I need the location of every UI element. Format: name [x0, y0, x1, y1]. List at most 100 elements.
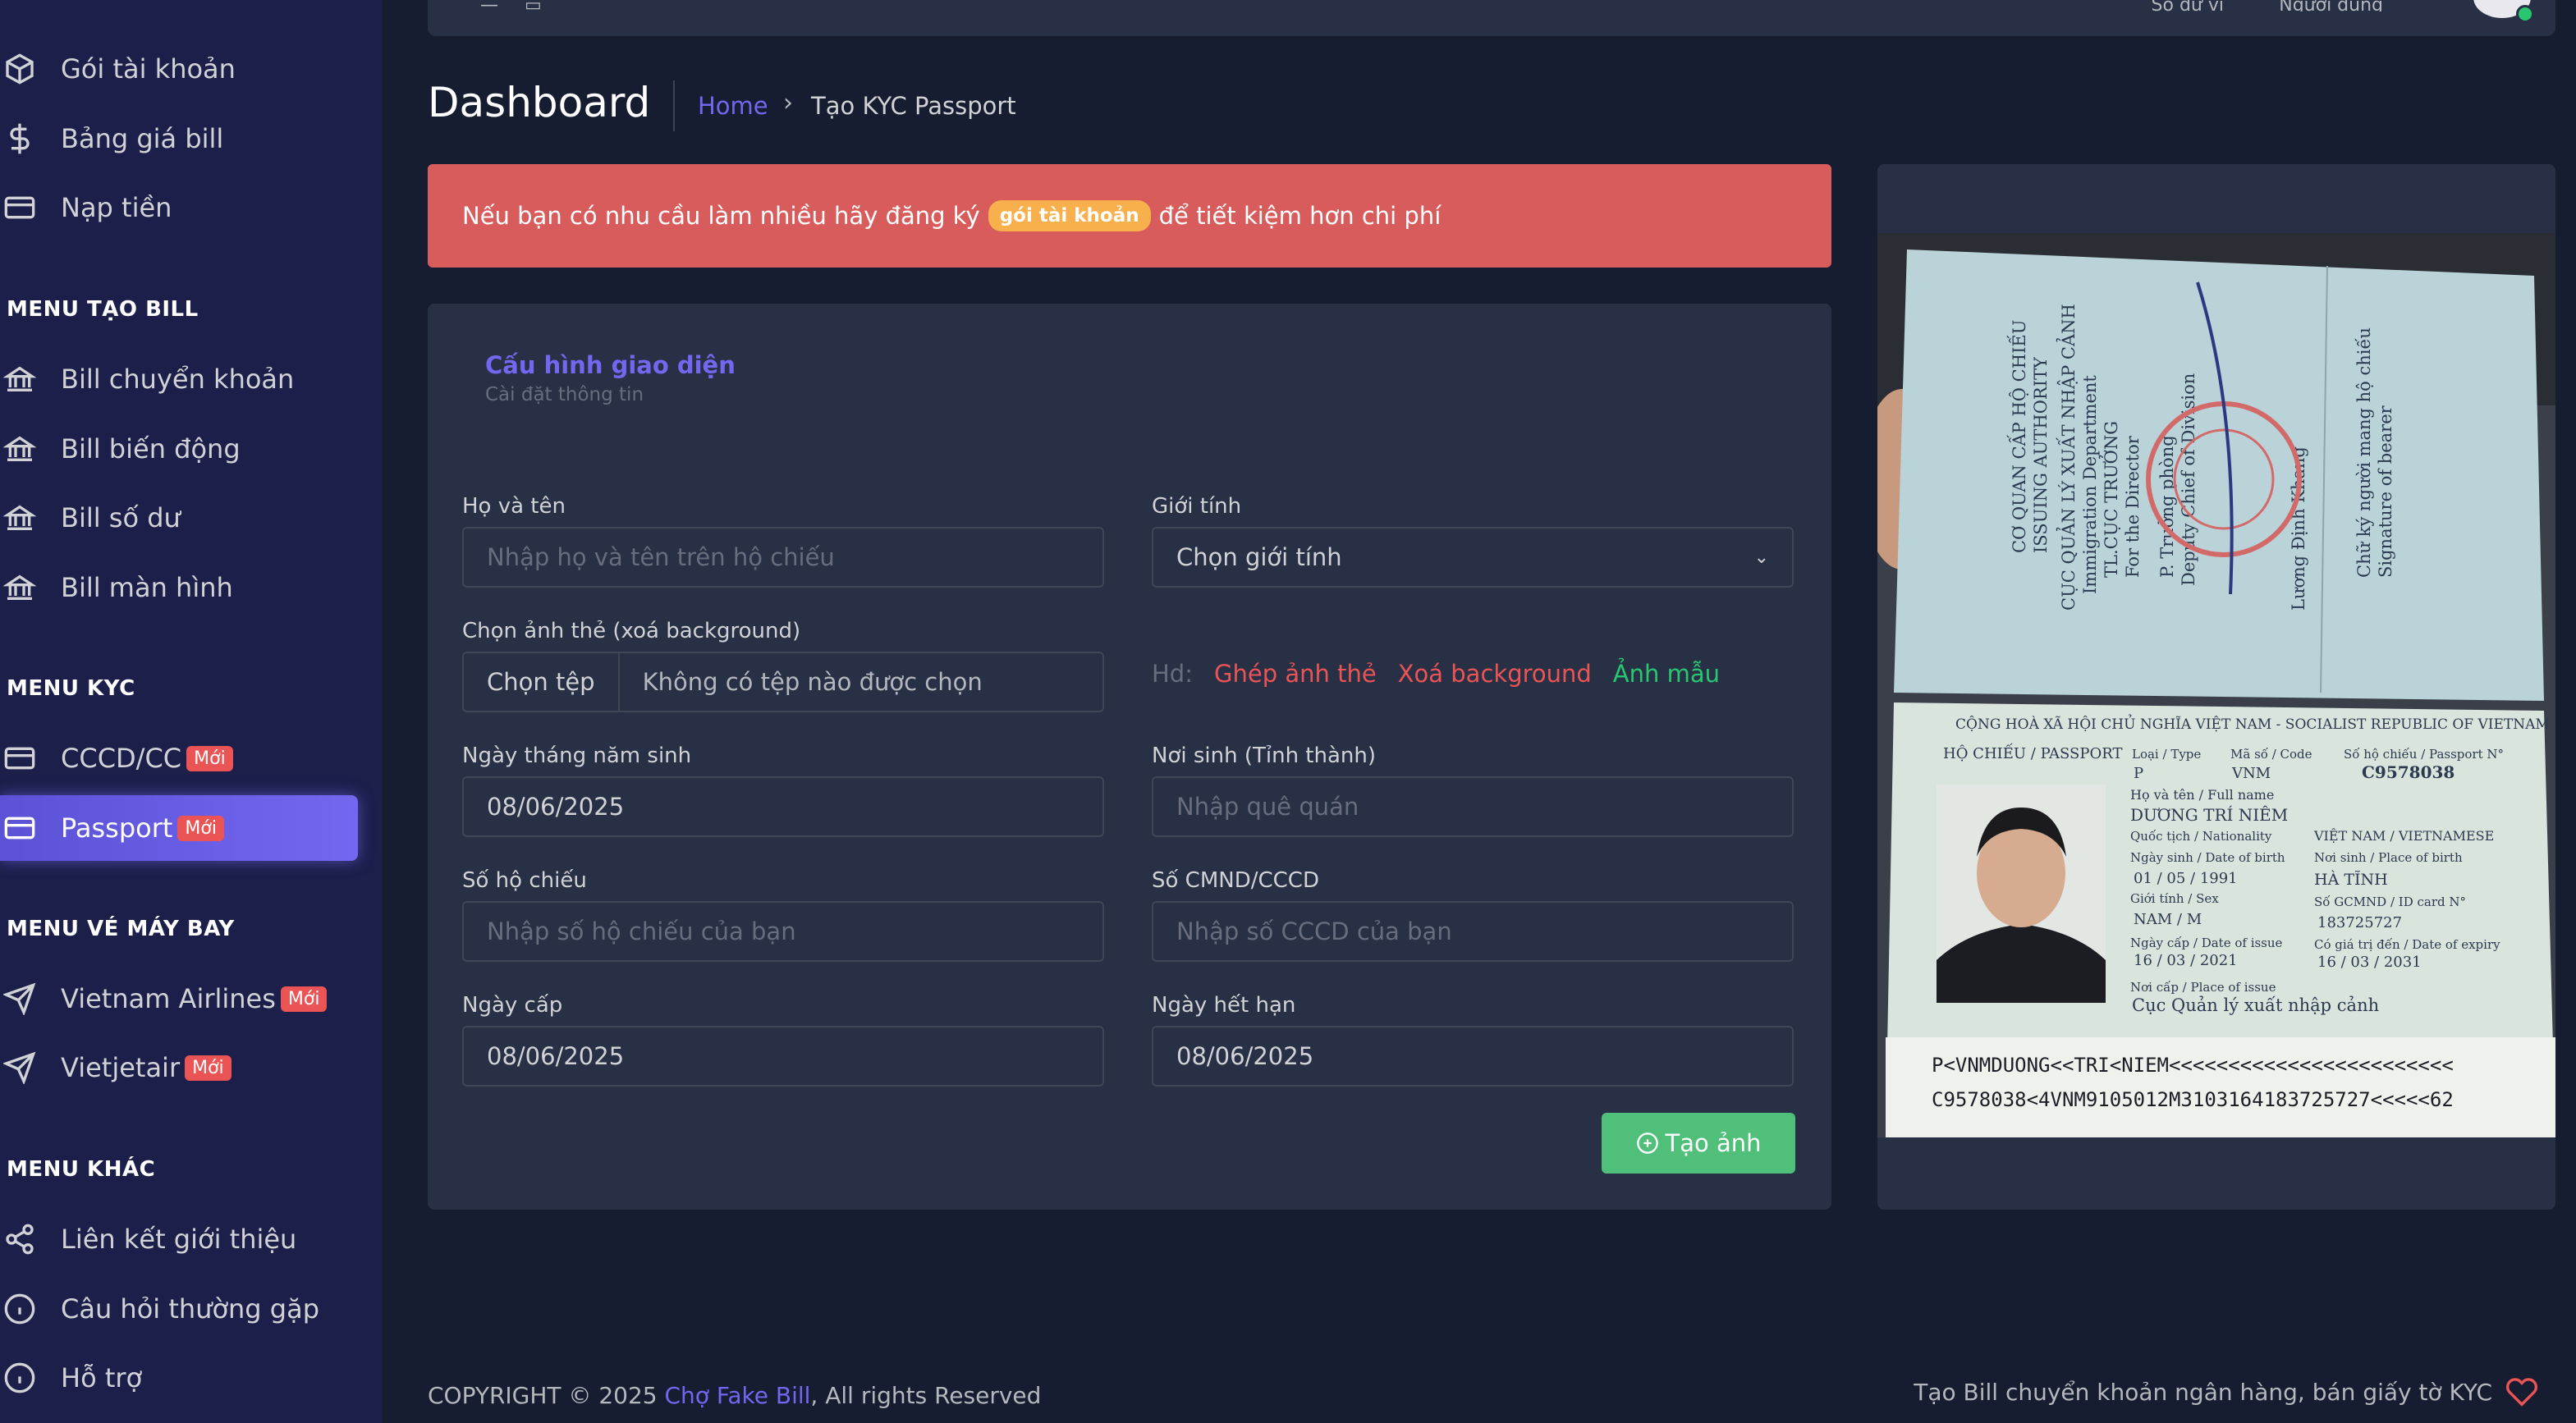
passport-authority-line-3: CỤC QUẢN LÝ XUẤT NHẬP CẢNH	[2057, 304, 2079, 611]
wallet-balance[interactable]: Số dư ví	[2152, 0, 2224, 11]
sidebar-item-label: Passport	[61, 812, 173, 844]
sidebar-item-bill-pricing[interactable]: Bảng giá bill	[0, 106, 358, 172]
user-name[interactable]: Người dùng	[2279, 0, 2383, 11]
sidebar-item-transfer-bill[interactable]: Bill chuyển khoản	[0, 346, 358, 412]
credit-card-icon	[0, 739, 39, 778]
passport-expiry: 16 / 03 / 2031	[2317, 954, 2422, 971]
sidebar-item-deposit[interactable]: Nạp tiền	[0, 175, 358, 240]
passport-type: P	[2134, 765, 2143, 782]
issue-date-input[interactable]	[462, 1026, 1104, 1087]
bank-icon	[0, 359, 39, 399]
sidebar-item-label: Liên kết giới thiệu	[61, 1224, 297, 1255]
breadcrumb-home-link[interactable]: Home	[698, 92, 768, 120]
passport-mrz-line-1: P<VNMDUONG<<TRI<NIEM<<<<<<<<<<<<<<<<<<<<…	[1932, 1054, 2454, 1077]
calendar-icon[interactable]: ▭	[525, 0, 557, 11]
section-title-other: MENU KHÁC	[7, 1157, 156, 1182]
passport-number-label: Số hộ chiếu / Passport N°	[2344, 747, 2504, 762]
sidebar-item-account-package[interactable]: Gói tài khoản	[0, 36, 358, 102]
bank-icon	[0, 498, 39, 538]
passport-sex: NAM / M	[2134, 911, 2202, 928]
dob-input[interactable]	[462, 776, 1104, 837]
passport-code: VNM	[2231, 765, 2271, 782]
chevron-down-icon: ⌄	[1753, 547, 1769, 568]
passport-pob: HÀ TĨNH	[2314, 870, 2388, 889]
gender-select[interactable]: Chọn giới tính ⌄	[1152, 527, 1794, 588]
section-title-bill: MENU TẠO BILL	[7, 297, 199, 322]
passport-idno: 183725727	[2317, 914, 2402, 931]
sidebar-item-activity-bill[interactable]: Bill biến động	[0, 416, 358, 482]
create-image-label: Tạo ảnh	[1665, 1129, 1762, 1157]
sidebar-item-screen-bill[interactable]: Bill màn hình	[0, 555, 358, 620]
sidebar-item-faq[interactable]: Câu hỏi thường gặp	[0, 1276, 358, 1342]
copyright-text: COPYRIGHT © 2025	[428, 1382, 658, 1409]
passport-number: C9578038	[2362, 762, 2455, 782]
upgrade-alert: Nếu bạn có nhu cầu làm nhiều hãy đăng ký…	[428, 164, 1831, 268]
new-badge: Mới	[177, 815, 224, 841]
sidebar-item-label: Nạp tiền	[61, 192, 172, 223]
sidebar-item-support[interactable]: Hỗ trợ	[0, 1345, 358, 1411]
choose-file-button[interactable]: Chọn tệp	[464, 653, 620, 711]
passport-pob-label: Nơi sinh / Place of birth	[2314, 850, 2463, 865]
config-form-card: Cấu hình giao diện Cài đặt thông tin Họ …	[428, 304, 1831, 1210]
page-title: Dashboard	[428, 79, 651, 126]
passport-number-label: Số hộ chiếu	[462, 868, 587, 893]
passport-name-label: Họ và tên / Full name	[2130, 787, 2274, 803]
account-package-pill[interactable]: gói tài khoản	[988, 200, 1151, 231]
passport-mrz-line-2: C9578038<4VNM9105012M3103164183725727<<<…	[1932, 1088, 2454, 1111]
plus-circle-icon	[1636, 1132, 1659, 1155]
sidebar-item-vietjetair[interactable]: Vietjetair Mới	[0, 1035, 358, 1100]
passport-authority-line-6: For the Director	[2123, 435, 2143, 578]
sidebar-item-label: Bill biến động	[61, 433, 241, 464]
alert-text-after: để tiết kiệm hơn chi phí	[1158, 202, 1442, 230]
passport-idno-label: Số GCMND / ID card N°	[2314, 895, 2466, 909]
remove-background-link[interactable]: Xoá background	[1398, 660, 1592, 688]
sidebar-item-vietnam-airlines[interactable]: Vietnam Airlines Mới	[0, 966, 358, 1032]
passport-place: Cục Quản lý xuất nhập cảnh	[2132, 995, 2379, 1015]
gender-select-value: Chọn giới tính	[1176, 543, 1342, 571]
passport-number-input[interactable]	[462, 901, 1104, 962]
create-image-button[interactable]: Tạo ảnh	[1602, 1113, 1795, 1174]
birthplace-input[interactable]	[1152, 776, 1794, 837]
sidebar-item-label: Bill số dư	[61, 502, 181, 533]
expiry-date-input[interactable]	[1152, 1026, 1794, 1087]
passport-dob-label: Ngày sinh / Date of birth	[2130, 850, 2285, 865]
sidebar-item-label: Gói tài khoản	[61, 53, 236, 85]
passport-authority-line-5: TL.CỤC TRƯỞNG	[2099, 421, 2121, 578]
sidebar-item-label: Bill chuyển khoản	[61, 364, 295, 395]
sidebar-item-cccd[interactable]: CCCD/CC Mới	[0, 725, 358, 791]
rights-text: , All rights Reserved	[810, 1382, 1042, 1409]
new-badge: Mới	[280, 986, 328, 1012]
passport-authority-line-4: Immigration Department	[2080, 375, 2100, 594]
passport-authority-line-7: P. Trưởng phòng	[2157, 435, 2177, 578]
share-icon	[0, 1219, 39, 1259]
menu-icon[interactable]: —	[480, 0, 513, 11]
bank-icon	[0, 568, 39, 607]
credit-card-icon	[0, 808, 39, 848]
tagline-text: Tạo Bill chuyển khoản ngân hàng, bán giấ…	[1914, 1378, 2492, 1406]
birthplace-label: Nơi sinh (Tỉnh thành)	[1152, 744, 1377, 768]
passport-republic: CỘNG HOÀ XÃ HỘI CHỦ NGHĨA VIỆT NAM - SOC…	[1955, 714, 2550, 733]
expiry-date-label: Ngày hết hạn	[1152, 993, 1296, 1018]
merge-photo-link[interactable]: Ghép ảnh thẻ	[1214, 660, 1377, 688]
sidebar-item-label: Vietnam Airlines	[61, 983, 276, 1014]
photo-file-input[interactable]: Chọn tệp Không có tệp nào được chọn	[462, 652, 1104, 712]
sidebar-item-label: Bill màn hình	[61, 572, 233, 603]
passport-place-label: Nơi cấp / Place of issue	[2130, 980, 2276, 995]
breadcrumb-current: Tạo KYC Passport	[811, 92, 1016, 120]
brand-link[interactable]: Chợ Fake Bill	[665, 1382, 811, 1409]
sidebar-item-label: Bảng giá bill	[61, 123, 224, 154]
fullname-label: Họ và tên	[462, 494, 566, 519]
new-badge: Mới	[186, 745, 233, 771]
sample-photo-link[interactable]: Ảnh mẫu	[1613, 660, 1720, 688]
fullname-input[interactable]	[462, 527, 1104, 588]
sidebar-item-balance-bill[interactable]: Bill số dư	[0, 485, 358, 551]
passport-bearer-signature-1: Chữ ký người mang hộ chiếu	[2354, 327, 2374, 578]
passport-preview-image: CƠ QUAN CẤP HỘ CHIẾU ISSUING AUTHORITY C…	[1877, 233, 2555, 1137]
id-number-input[interactable]	[1152, 901, 1794, 962]
passport-preview-card: CƠ QUAN CẤP HỘ CHIẾU ISSUING AUTHORITY C…	[1877, 164, 2555, 1210]
sidebar-item-passport[interactable]: Passport Mới	[0, 795, 358, 861]
sidebar-item-referral[interactable]: Liên kết giới thiệu	[0, 1206, 358, 1272]
passport-bearer-signature-2: Signature of bearer	[2376, 405, 2395, 578]
dollar-icon	[0, 119, 39, 158]
sidebar-item-label: Câu hỏi thường gặp	[61, 1293, 320, 1325]
